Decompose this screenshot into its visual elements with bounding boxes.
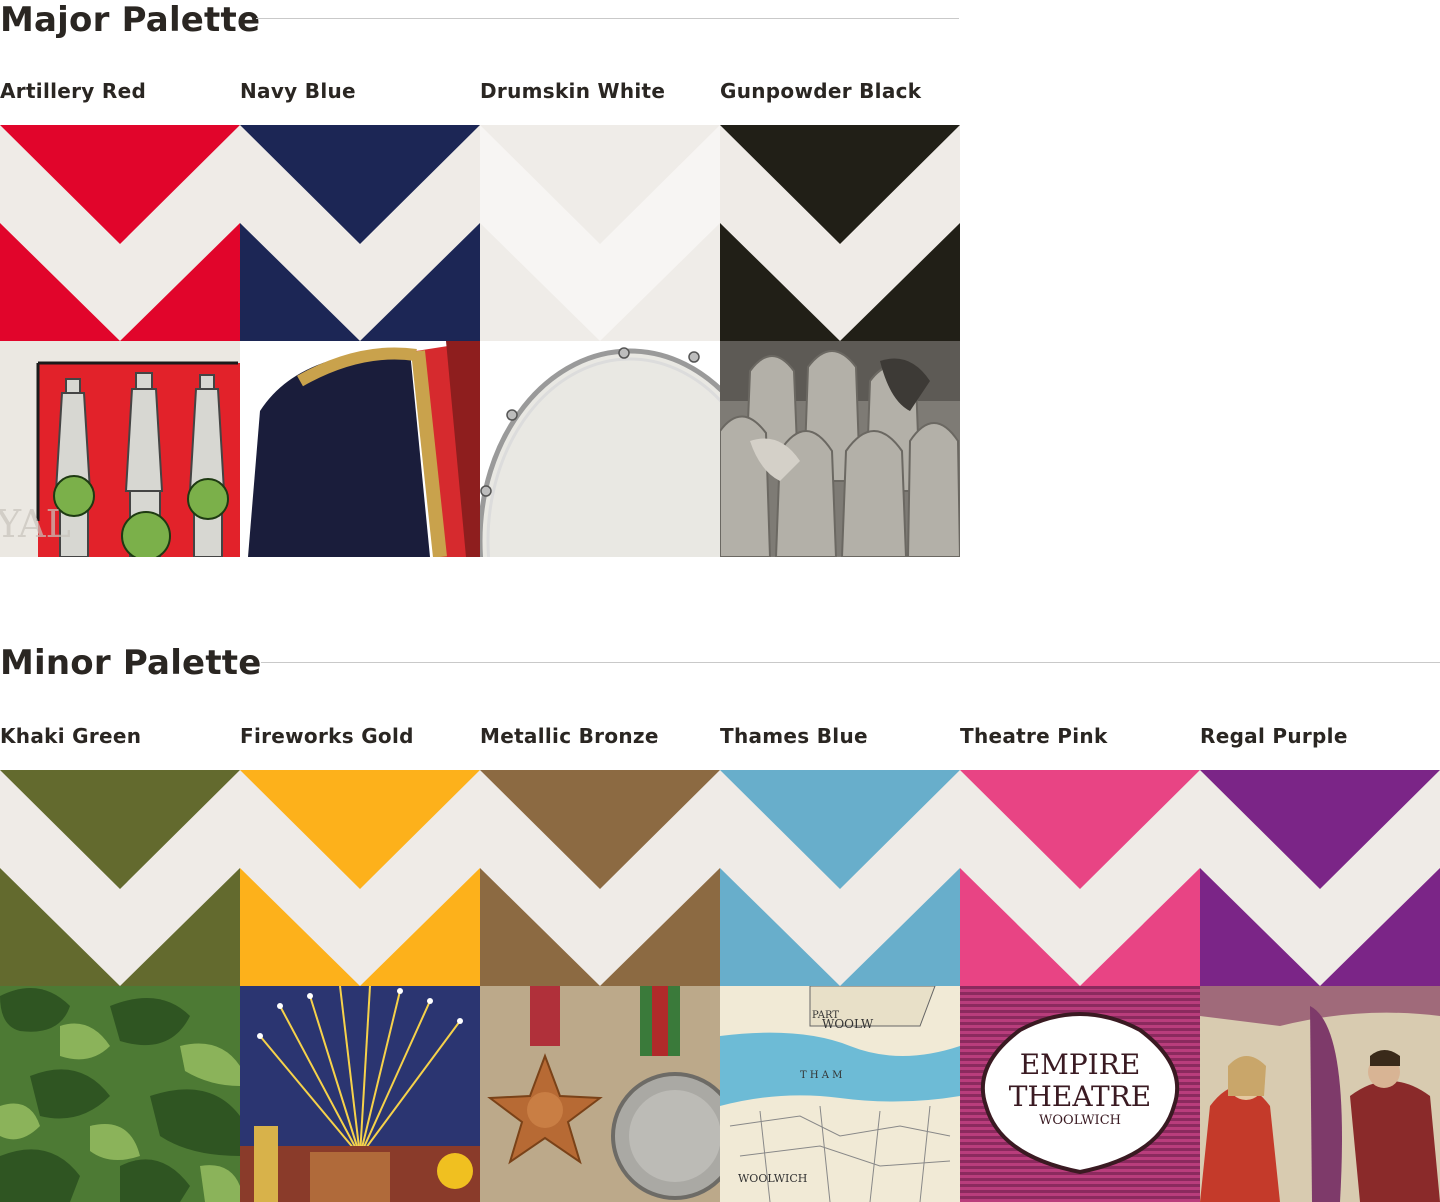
minor-chevron-swatches: [0, 770, 1440, 986]
minor-photos: PART WOOLW T H A M WOOLWICH EMPIRE THEAT…: [0, 986, 1440, 1202]
major-palette-title: Major Palette: [0, 0, 261, 40]
swatch-label-gunpowder-black: Gunpowder Black: [720, 79, 922, 103]
artillery-shells-photo-image: [720, 341, 960, 557]
chevron-swatch-navy-blue: [240, 125, 480, 341]
chevron-swatch-metallic-bronze: [480, 770, 720, 986]
chevron-swatch-fireworks-gold: [240, 770, 480, 986]
chevron-swatch-drumskin-white: [480, 125, 720, 341]
chevron-swatch-khaki-green: [0, 770, 240, 986]
swatch-label-khaki-green: Khaki Green: [0, 724, 142, 748]
logo-line-theatre: THEATRE: [1009, 1080, 1151, 1113]
heraldic-cannon-shield-image: YAL: [0, 341, 240, 557]
swatch-label-metallic-bronze: Metallic Bronze: [480, 724, 659, 748]
logo-line-woolwich: WOOLWICH: [1039, 1113, 1121, 1128]
medals-image: [480, 986, 720, 1202]
chevron-swatch-artillery-red: [0, 125, 240, 341]
minor-palette-divider: [261, 662, 1440, 663]
camouflage-image: [0, 986, 240, 1202]
chevron-swatch-gunpowder-black: [720, 125, 960, 341]
major-photos: YAL: [0, 341, 960, 557]
fireworks-image: [240, 986, 480, 1202]
drum-skin-image: [480, 341, 720, 557]
chevron-swatch-theatre-pink: [960, 770, 1200, 986]
empire-theatre-sign-image: EMPIRE THEATRE WOOLWICH: [960, 986, 1200, 1202]
swatch-label-fireworks-gold: Fireworks Gold: [240, 724, 414, 748]
navy-uniform-jacket-image: [240, 341, 480, 557]
map-label-thames: T H A M: [800, 1070, 842, 1081]
chevron-swatch-regal-purple: [1200, 770, 1440, 986]
logo-line-empire: EMPIRE: [1020, 1048, 1141, 1081]
swatch-label-regal-purple: Regal Purple: [1200, 724, 1348, 748]
map-label-woolwich: WOOLWICH: [738, 1172, 807, 1185]
thames-map-image: PART WOOLW T H A M WOOLWICH: [720, 986, 960, 1202]
regal-painting-image: [1200, 986, 1440, 1202]
minor-palette-title: Minor Palette: [0, 643, 262, 683]
minor-swatch-labels: Khaki Green Fireworks Gold Metallic Bron…: [0, 721, 1440, 751]
major-chevron-swatches: [0, 125, 960, 341]
swatch-label-navy-blue: Navy Blue: [240, 79, 356, 103]
swatch-label-thames-blue: Thames Blue: [720, 724, 868, 748]
major-swatch-labels: Artillery Red Navy Blue Drumskin White G…: [0, 76, 960, 106]
svg-text:YAL: YAL: [0, 502, 71, 546]
swatch-label-drumskin-white: Drumskin White: [480, 79, 666, 103]
swatch-label-artillery-red: Artillery Red: [0, 79, 147, 103]
major-palette-divider: [256, 18, 959, 19]
map-label-woolw: WOOLW: [822, 1017, 874, 1031]
swatch-label-theatre-pink: Theatre Pink: [960, 724, 1108, 748]
chevron-swatch-thames-blue: [720, 770, 960, 986]
